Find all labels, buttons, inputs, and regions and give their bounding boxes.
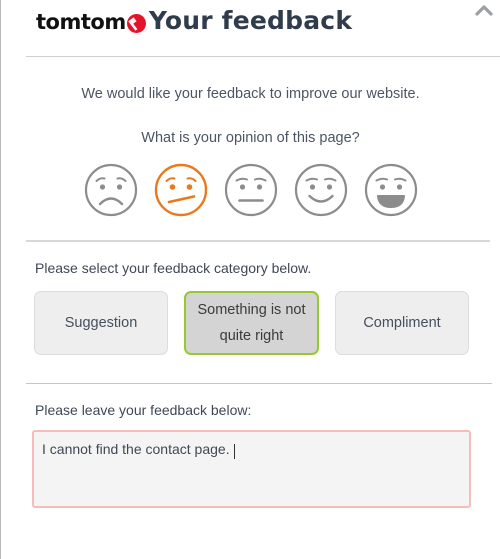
feedback-section: Please leave your feedback below: I cann…: [1, 384, 500, 508]
face-very-happy[interactable]: [363, 162, 419, 218]
panel-header: tomtom Your feedback: [1, 0, 500, 56]
category-button-row: Suggestion Something is not quite right …: [1, 276, 500, 355]
face-happy[interactable]: [293, 162, 349, 218]
rating-question: What is your opinion of this page?: [141, 130, 360, 146]
chevron-up-glyph: [475, 5, 493, 16]
face-neutral[interactable]: [223, 162, 279, 218]
category-section: Please select your feedback category bel…: [1, 242, 500, 355]
category-button-suggestion[interactable]: Suggestion: [34, 291, 168, 355]
feedback-panel: tomtom Your feedback We would like your …: [0, 0, 500, 559]
feedback-text-value: I cannot find the contact page.: [42, 441, 230, 457]
face-very-unhappy[interactable]: [83, 162, 139, 218]
face-unhappy[interactable]: [153, 162, 209, 218]
chevron-up-icon[interactable]: [474, 2, 494, 20]
page-title: Your feedback: [148, 6, 353, 35]
category-label: Please select your feedback category bel…: [35, 260, 312, 276]
rating-faces: [1, 146, 500, 240]
feedback-textarea[interactable]: I cannot find the contact page.: [32, 430, 471, 508]
category-button-compliment[interactable]: Compliment: [335, 291, 469, 355]
feedback-label: Please leave your feedback below:: [35, 402, 252, 418]
category-button-something-not-right[interactable]: Something is not quite right: [184, 291, 319, 355]
text-caret: [233, 444, 235, 459]
intro-text: We would like your feedback to improve o…: [81, 86, 420, 102]
rating-section: We would like your feedback to improve o…: [1, 57, 500, 240]
